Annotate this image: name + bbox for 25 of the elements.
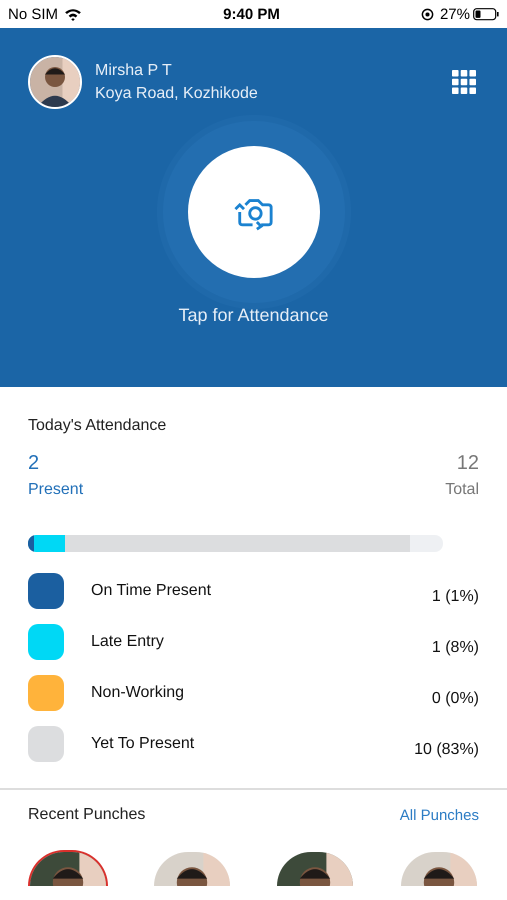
- legend-label: Yet To Present: [91, 735, 196, 753]
- carrier-label: No SIM: [8, 6, 58, 22]
- wifi-icon: [64, 7, 82, 21]
- legend-value: 0 (0%): [432, 690, 479, 708]
- section-title: Recent Punches: [28, 806, 146, 824]
- user-location: Koya Road, Kozhikode: [95, 84, 259, 102]
- battery-icon: [473, 8, 499, 20]
- section-title: Today's Attendance: [28, 417, 166, 434]
- total-label: Total: [445, 481, 479, 499]
- battery-label: 27%: [440, 6, 470, 22]
- legend-value: 1 (1%): [432, 588, 479, 606]
- attendance-caption: Tap for Attendance: [178, 305, 329, 326]
- legend-label: Late Entry: [91, 633, 165, 651]
- legend-value: 1 (8%): [432, 639, 479, 657]
- rotation-lock-icon: [420, 8, 434, 20]
- clock-label: 9:40 PM: [223, 6, 280, 22]
- legend-value: 10 (83%): [414, 741, 479, 759]
- total-count: 12: [456, 452, 479, 475]
- present-count: 2: [28, 452, 40, 475]
- present-label: Present: [28, 481, 84, 499]
- apps-grid-icon[interactable]: [452, 70, 476, 94]
- legend-label: On Time Present: [91, 582, 212, 600]
- all-punches-link[interactable]: All Punches: [400, 806, 479, 824]
- legend-label: Non-Working: [91, 684, 186, 702]
- user-name: Mirsha P T: [95, 62, 173, 80]
